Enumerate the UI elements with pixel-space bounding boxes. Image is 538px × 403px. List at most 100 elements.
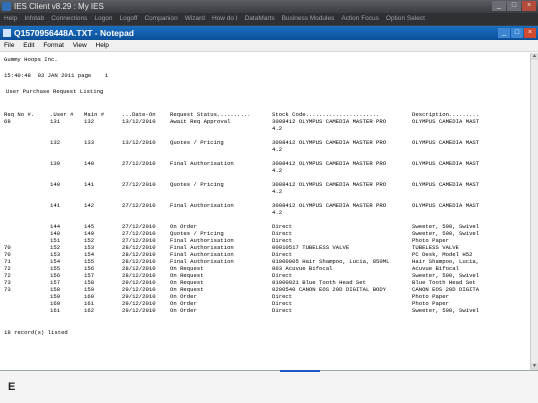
notepad-titlebar: Q1570956448A.TXT - Notepad _ □ × bbox=[0, 26, 538, 40]
row-cell-request-status: On Request bbox=[170, 286, 204, 293]
row-cell-description: OLYMPUS CAMEDIA MAST bbox=[412, 181, 480, 188]
row-cell-stock-code: 3008412 OLYMPUS CAMEDIA MASTER PRO bbox=[272, 160, 387, 167]
menu-infotab[interactable]: Infotab bbox=[24, 13, 44, 25]
row-cell-request-status: Await Req Approval bbox=[170, 118, 231, 125]
column-header-user-no: .User # bbox=[50, 111, 74, 118]
column-header-request-status: Request Status.......... bbox=[170, 111, 251, 118]
row-cell-stock-code: 0200540 CANON EOS 20D DIGITAL BODY bbox=[272, 286, 387, 293]
row-cell-user-no: 139 bbox=[50, 160, 61, 167]
row-cell-request-status: Quotes / Pricing bbox=[170, 230, 224, 237]
notepad-menu-view[interactable]: View bbox=[73, 42, 87, 49]
vertical-scrollbar[interactable]: ▲ ▼ bbox=[530, 53, 538, 370]
row-cell-request-status: On Order bbox=[170, 300, 197, 307]
row-cell-stock-code: Direct bbox=[272, 237, 293, 244]
notepad-icon bbox=[3, 29, 11, 37]
notepad-close-button[interactable]: × bbox=[524, 28, 536, 38]
maximize-button[interactable]: □ bbox=[507, 1, 521, 11]
minimize-button[interactable]: _ bbox=[492, 1, 506, 11]
column-header-description: Description......... bbox=[412, 111, 480, 118]
row-cell-user-no: 141 bbox=[50, 202, 61, 209]
notepad-window-controls: _ □ × bbox=[498, 28, 536, 38]
row-cell-user-no: 148 bbox=[50, 230, 61, 237]
notepad-menu-file[interactable]: File bbox=[4, 42, 14, 49]
row-cell-date-on: 27/12/2010 bbox=[122, 181, 156, 188]
notepad-menu-help[interactable]: Help bbox=[96, 42, 109, 49]
row-cell-description: Sweeter, 500, Swivel bbox=[412, 230, 480, 237]
menu-companion[interactable]: Companion bbox=[144, 13, 177, 25]
row-cell-main-no: 161 bbox=[84, 300, 95, 307]
row-cell-main-no: 141 bbox=[84, 181, 95, 188]
notepad-text-area[interactable]: Gummy Hoops Inc. 15:40:48 03 JAN 2011 pa… bbox=[0, 53, 531, 370]
row-cell-stock-code-continued: 4.2 bbox=[272, 167, 283, 174]
close-button[interactable]: × bbox=[522, 1, 536, 11]
row-cell-user-no: 144 bbox=[50, 223, 61, 230]
row-cell-req-no: 70 bbox=[4, 251, 11, 258]
menu-business-modules[interactable]: Business Modules bbox=[282, 13, 335, 25]
notepad-menu-format[interactable]: Format bbox=[43, 42, 64, 49]
row-cell-main-no: 142 bbox=[84, 202, 95, 209]
row-cell-stock-code: 00010517 TUBELESS VALVE bbox=[272, 244, 350, 251]
menu-wizard[interactable]: Wizard bbox=[185, 13, 205, 25]
row-cell-description: TUBELESS VALVE bbox=[412, 244, 459, 251]
row-cell-main-no: 132 bbox=[84, 118, 95, 125]
row-cell-main-no: 159 bbox=[84, 286, 95, 293]
row-cell-description: OLYMPUS CAMEDIA MAST bbox=[412, 160, 480, 167]
row-cell-user-no: 153 bbox=[50, 251, 61, 258]
row-cell-user-no: 154 bbox=[50, 258, 61, 265]
menu-logon[interactable]: Logon bbox=[94, 13, 112, 25]
row-cell-user-no: 140 bbox=[50, 181, 61, 188]
app-menubar: Help Infotab Connections Logon Logoff Co… bbox=[0, 13, 538, 25]
menu-option-select[interactable]: Option Select bbox=[386, 13, 425, 25]
row-cell-date-on: 28/12/2010 bbox=[122, 244, 156, 251]
row-cell-user-no: 161 bbox=[50, 307, 61, 314]
menu-datamarts[interactable]: DataMarts bbox=[245, 13, 275, 25]
scroll-down-icon[interactable]: ▼ bbox=[531, 363, 538, 370]
notepad-menu-edit[interactable]: Edit bbox=[23, 42, 34, 49]
row-cell-description: Sweeter, 500, Swivel bbox=[412, 307, 480, 314]
row-cell-description: Photo Paper bbox=[412, 293, 449, 300]
row-cell-date-on: 29/12/2010 bbox=[122, 286, 156, 293]
row-cell-request-status: On Order bbox=[170, 293, 197, 300]
notepad-menubar: File Edit Format View Help bbox=[0, 40, 538, 52]
row-cell-stock-code-continued: 4.2 bbox=[272, 209, 283, 216]
row-cell-description: OLYMPUS CAMEDIA MAST bbox=[412, 118, 480, 125]
row-cell-date-on: 27/12/2010 bbox=[122, 202, 156, 209]
row-cell-main-no: 162 bbox=[84, 307, 95, 314]
row-cell-stock-code: Direct bbox=[272, 307, 293, 314]
row-cell-req-no: 73 bbox=[4, 279, 11, 286]
focus-indicator bbox=[280, 370, 320, 372]
row-cell-main-no: 158 bbox=[84, 279, 95, 286]
row-cell-date-on: 27/12/2010 bbox=[122, 230, 156, 237]
row-cell-main-no: 160 bbox=[84, 293, 95, 300]
report-title: User Purchase Request Listing bbox=[6, 88, 104, 95]
app-window-controls: _ □ × bbox=[492, 1, 536, 11]
menu-logoff[interactable]: Logoff bbox=[119, 13, 137, 25]
row-cell-description: CANON EOS 20D DIGITA bbox=[412, 286, 480, 293]
row-cell-user-no: 151 bbox=[50, 237, 61, 244]
scroll-up-icon[interactable]: ▲ bbox=[531, 53, 538, 60]
row-cell-request-status: On Order bbox=[170, 223, 197, 230]
menu-connections[interactable]: Connections bbox=[51, 13, 87, 25]
row-cell-description: Sweeter, 500, Swivel bbox=[412, 223, 480, 230]
row-cell-date-on: 27/12/2010 bbox=[122, 223, 156, 230]
row-cell-request-status: Final Authorisation bbox=[170, 251, 234, 258]
report-time-line: 15:40:48 03 JAN 2011 page 1 bbox=[4, 72, 109, 79]
row-cell-date-on: 13/12/2010 bbox=[122, 139, 156, 146]
row-cell-date-on: 29/12/2010 bbox=[122, 307, 156, 314]
row-cell-req-no: 72 bbox=[4, 265, 11, 272]
notepad-maximize-button[interactable]: □ bbox=[511, 28, 523, 38]
row-cell-main-no: 152 bbox=[84, 237, 95, 244]
menu-help[interactable]: Help bbox=[4, 13, 17, 25]
row-cell-date-on: 29/12/2010 bbox=[122, 300, 156, 307]
row-cell-user-no: 159 bbox=[50, 293, 61, 300]
row-cell-date-on: 27/12/2010 bbox=[122, 160, 156, 167]
notepad-minimize-button[interactable]: _ bbox=[498, 28, 510, 38]
row-cell-request-status: Final Authorisation bbox=[170, 202, 234, 209]
row-cell-description: OLYMPUS CAMEDIA MAST bbox=[412, 139, 480, 146]
row-cell-request-status: On Request bbox=[170, 265, 204, 272]
menu-action-focus[interactable]: Action Focus bbox=[341, 13, 379, 25]
menu-how-do-i[interactable]: How do I bbox=[212, 13, 238, 25]
row-cell-main-no: 133 bbox=[84, 139, 95, 146]
row-cell-stock-code: 3008412 OLYMPUS CAMEDIA MASTER PRO bbox=[272, 202, 387, 209]
row-cell-main-no: 140 bbox=[84, 160, 95, 167]
